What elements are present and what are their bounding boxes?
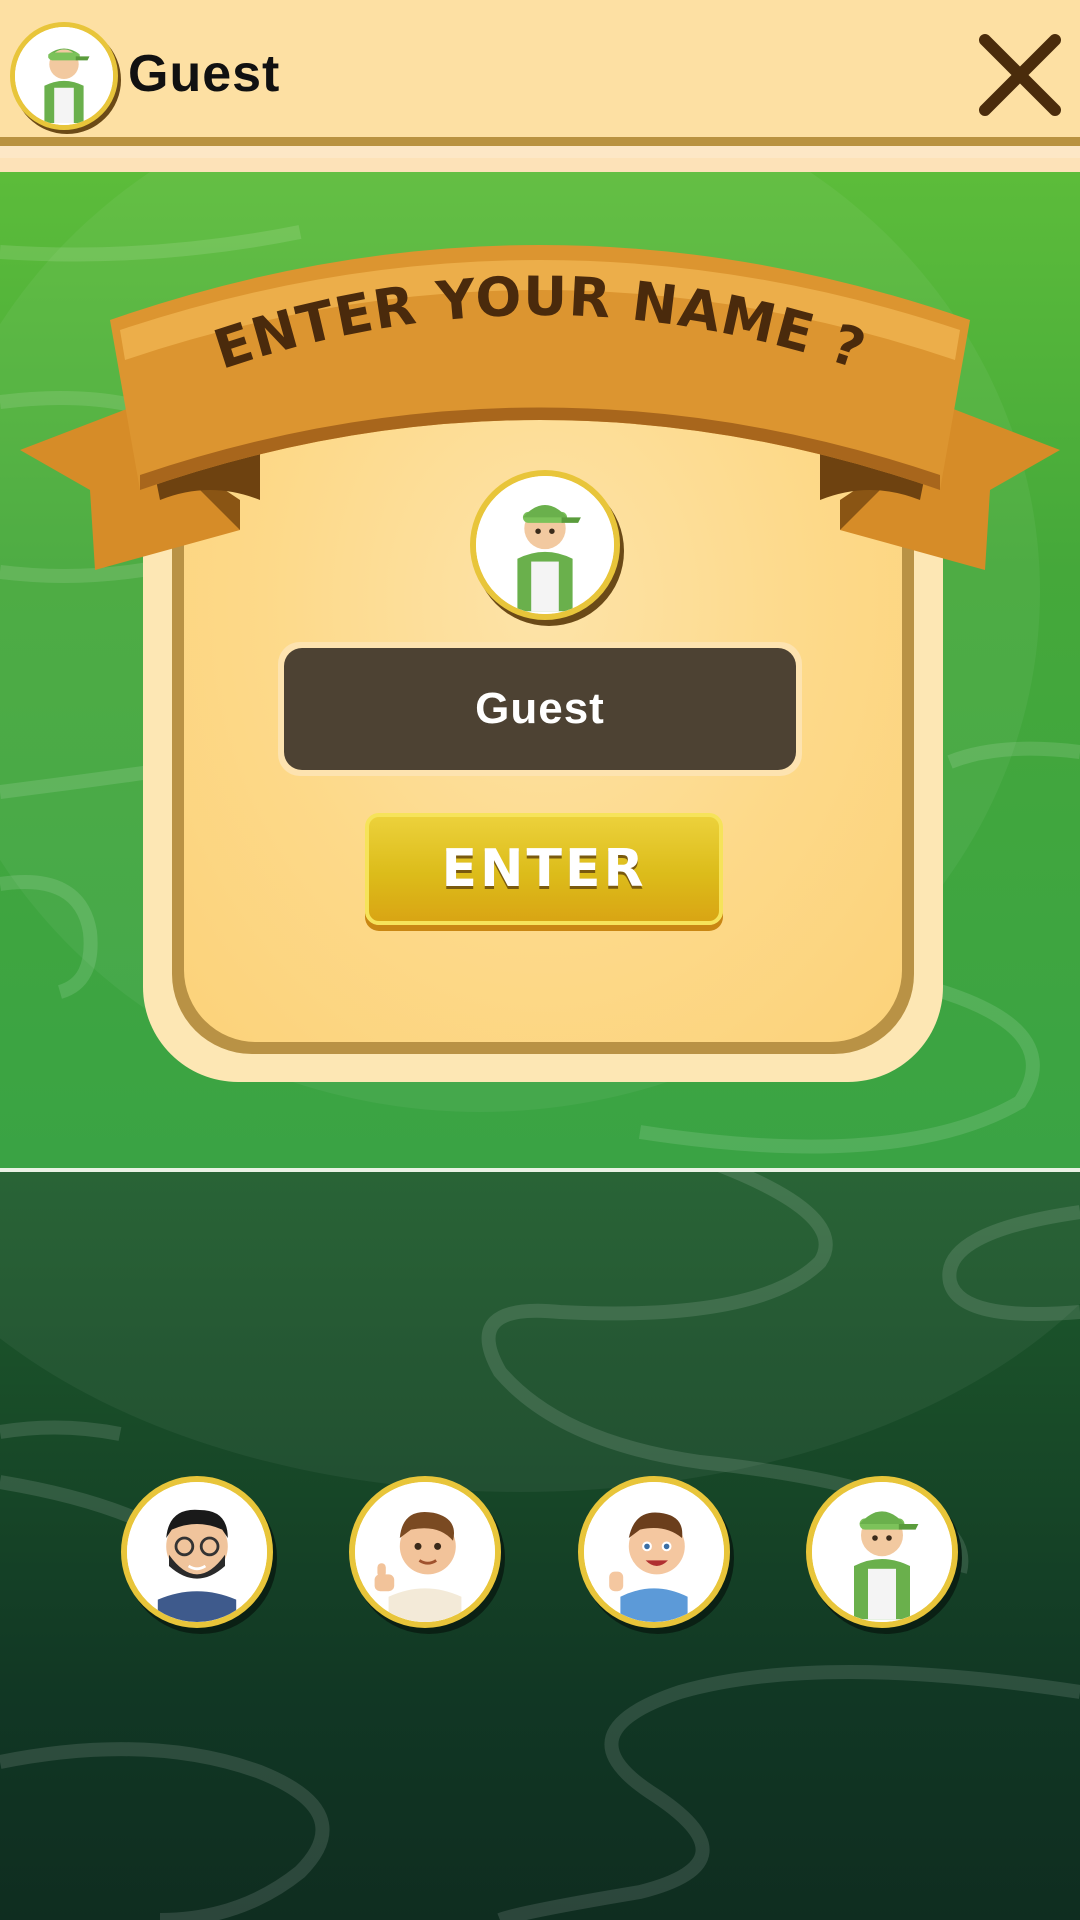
avatar-option-3[interactable] [578, 1476, 730, 1628]
avatar-option-2[interactable] [349, 1476, 501, 1628]
header-border [0, 137, 1080, 146]
player-name: Guest [128, 45, 281, 103]
boy-green-cap-avatar-icon [476, 476, 614, 614]
boy-thumbs-up-avatar-icon [355, 1482, 495, 1622]
header-border-shade [0, 158, 1080, 172]
enter-button[interactable]: ENTER [365, 813, 723, 925]
close-button[interactable] [975, 30, 1065, 120]
top-bar: Guest [0, 0, 1080, 172]
boy-green-cap-avatar-icon [15, 27, 113, 125]
enter-button-label: ENTER [441, 839, 647, 899]
header-border-light [0, 146, 1080, 158]
boy-blue-shirt-avatar-icon [584, 1482, 724, 1622]
bearded-man-glasses-avatar-icon [127, 1482, 267, 1622]
avatar-option-4[interactable] [806, 1476, 958, 1628]
boy-green-cap-avatar-icon [812, 1482, 952, 1622]
selected-avatar[interactable] [470, 470, 620, 620]
avatar-option-1[interactable] [121, 1476, 273, 1628]
player-avatar[interactable] [10, 22, 118, 130]
name-input[interactable] [284, 648, 796, 770]
close-icon [979, 34, 1061, 116]
